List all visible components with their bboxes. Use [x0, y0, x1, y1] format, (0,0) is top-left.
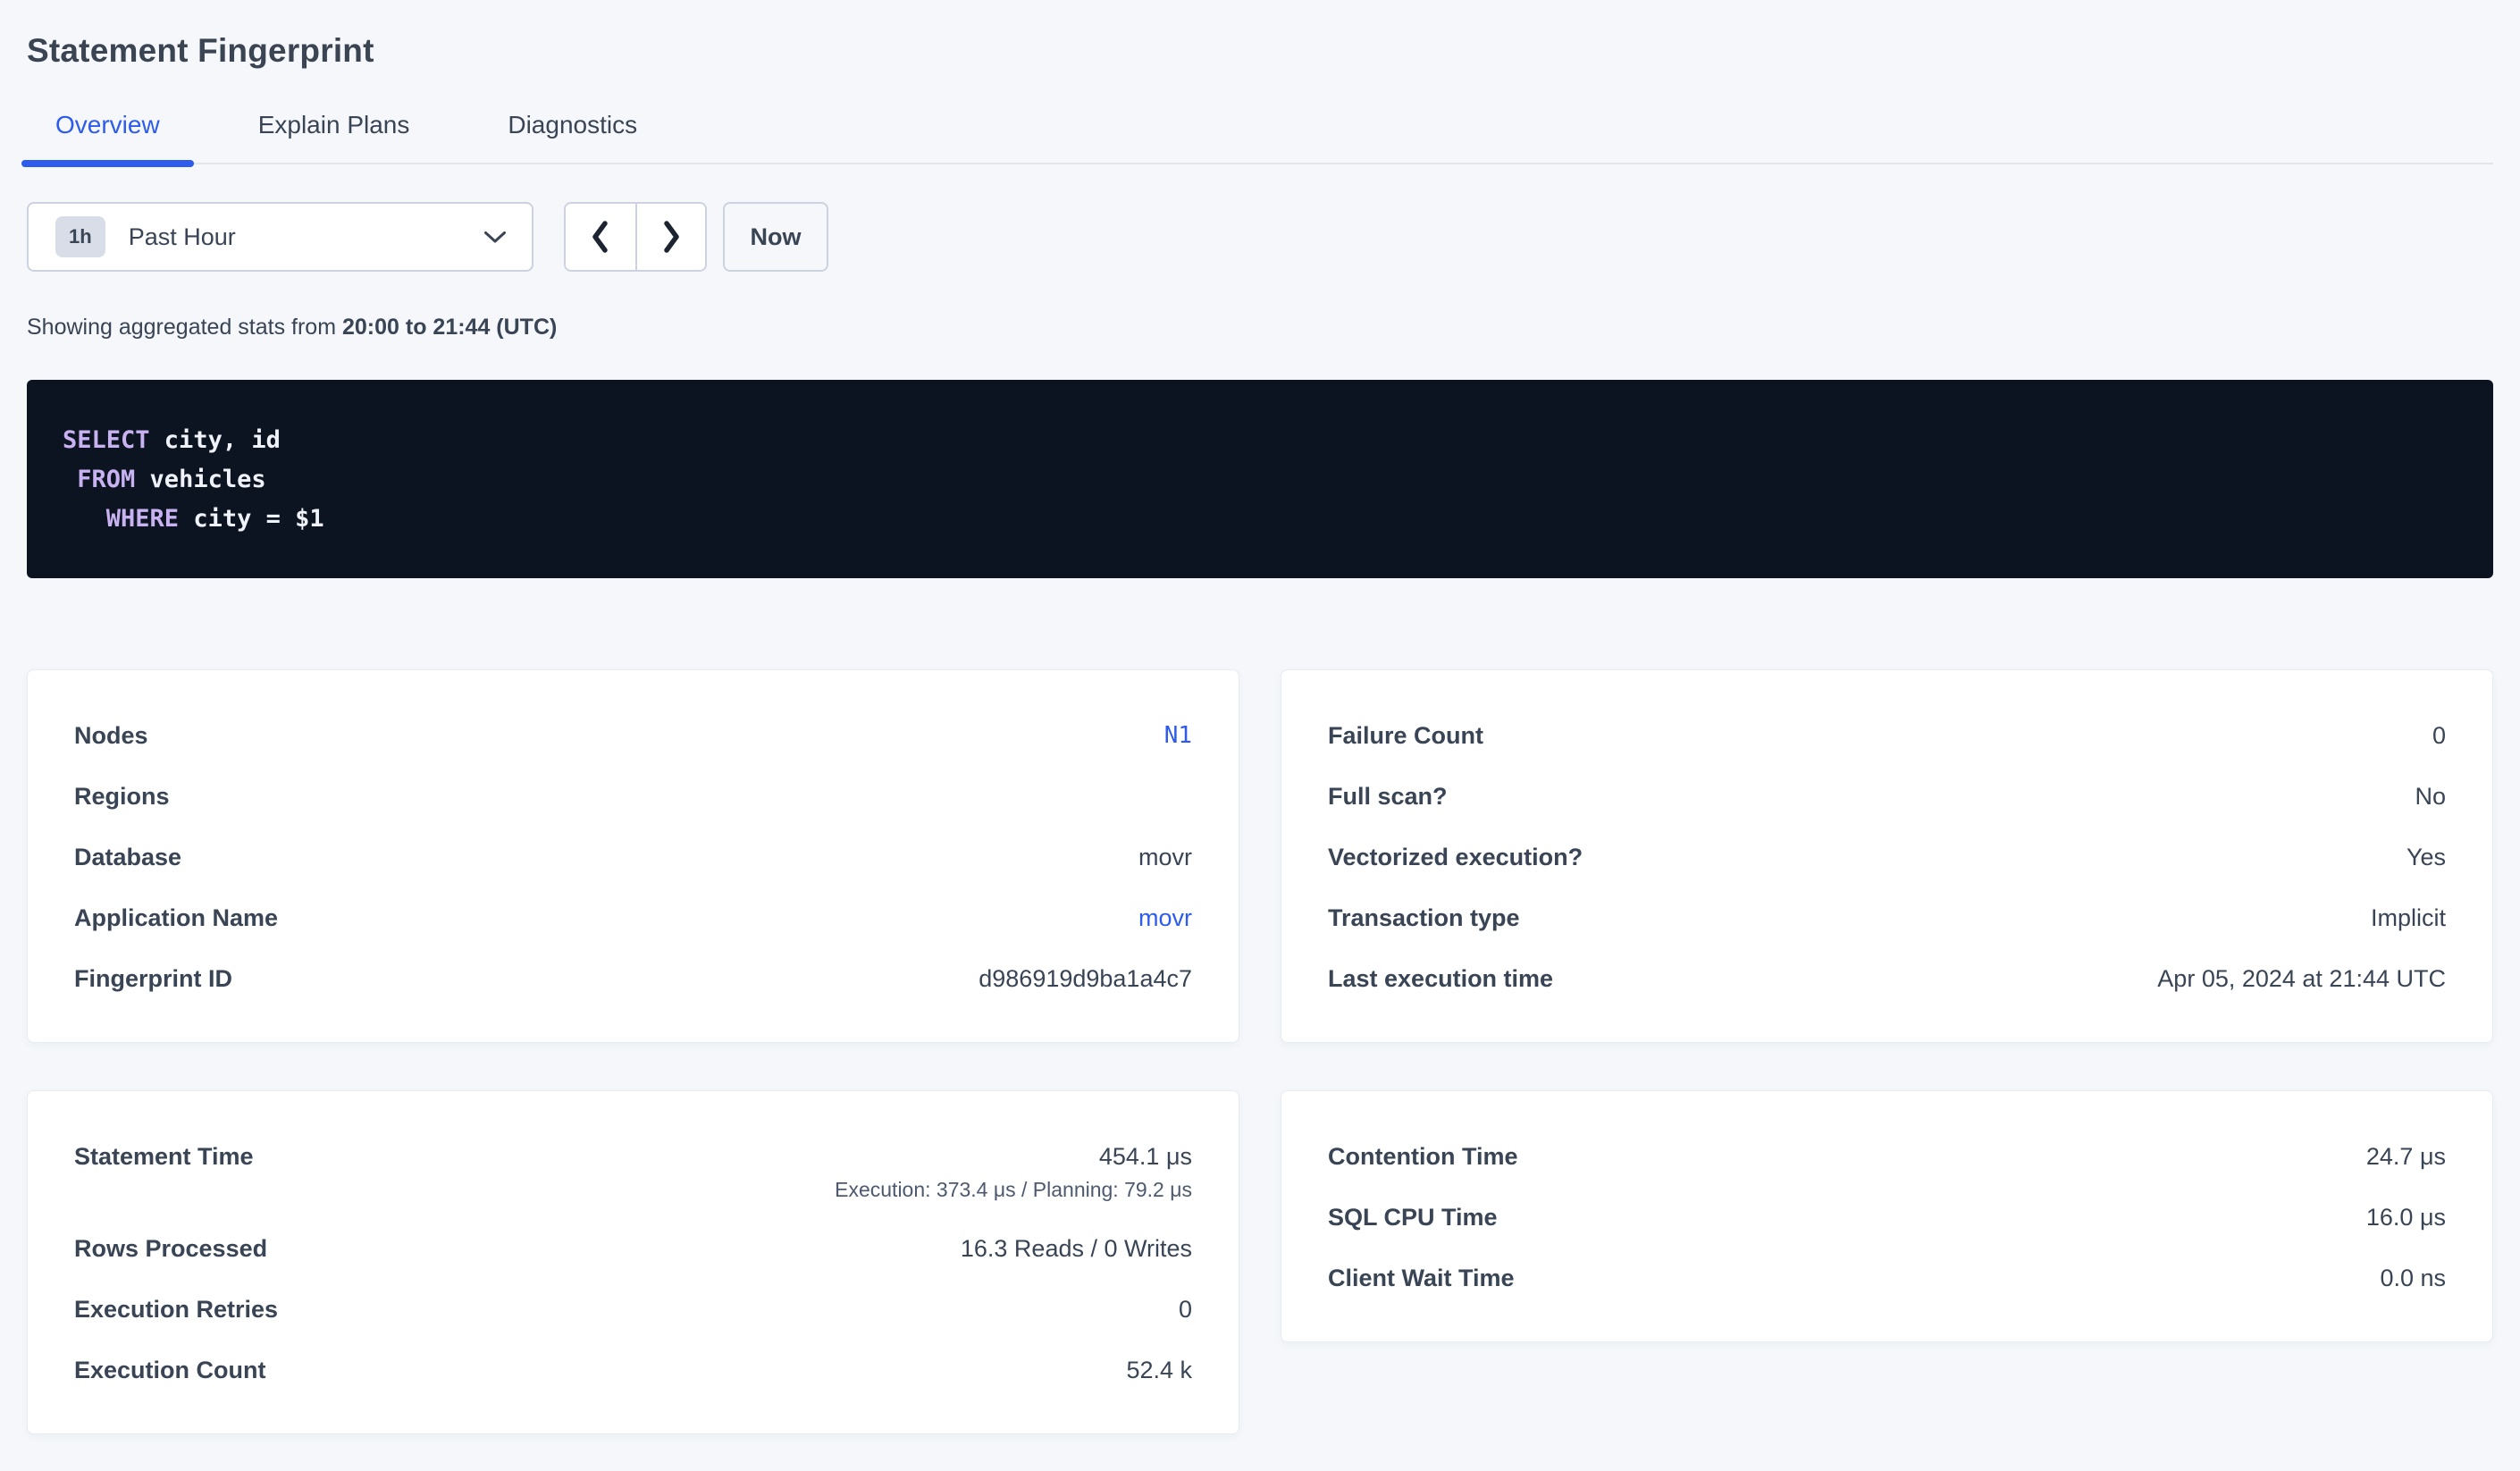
- sql-line: FROM vehicles: [63, 460, 2457, 500]
- database-value: movr: [1138, 840, 1192, 874]
- rows-processed-value: 16.3 Reads / 0 Writes: [961, 1231, 1192, 1265]
- execution-count-label: Execution Count: [74, 1353, 266, 1387]
- last-execution-time-label: Last execution time: [1328, 962, 1553, 996]
- statement-stats-card: Statement Time 454.1 μs Execution: 373.4…: [27, 1090, 1239, 1434]
- interval-badge: 1h: [55, 216, 105, 257]
- vectorized-row: Vectorized execution? Yes: [1328, 840, 2446, 874]
- execution-count-row: Execution Count 52.4 k: [74, 1353, 1192, 1387]
- fingerprint-id-value: d986919d9ba1a4c7: [979, 962, 1192, 996]
- interval-pager: [564, 202, 707, 272]
- full-scan-row: Full scan? No: [1328, 779, 2446, 813]
- statement-time-value: 454.1 μs: [1099, 1139, 1192, 1173]
- execution-retries-label: Execution Retries: [74, 1292, 278, 1326]
- application-name-link[interactable]: movr: [1138, 901, 1192, 935]
- last-execution-time-row: Last execution time Apr 05, 2024 at 21:4…: [1328, 962, 2446, 996]
- sql-line: SELECT city, id: [63, 421, 2457, 460]
- transaction-type-label: Transaction type: [1328, 901, 1520, 935]
- tab-bar: Overview Explain Plans Diagnostics: [27, 111, 2493, 164]
- page-title: Statement Fingerprint: [27, 32, 2493, 70]
- regions-row: Regions: [74, 779, 1192, 813]
- full-scan-value: No: [2415, 779, 2446, 813]
- client-wait-time-label: Client Wait Time: [1328, 1261, 1515, 1295]
- vectorized-value: Yes: [2407, 840, 2446, 874]
- execution-count-value: 52.4 k: [1126, 1353, 1192, 1387]
- node-link[interactable]: N1: [1164, 719, 1192, 752]
- time-controls: 1h Past Hour Now: [27, 202, 2493, 272]
- rows-processed-row: Rows Processed 16.3 Reads / 0 Writes: [74, 1231, 1192, 1265]
- nodes-label: Nodes: [74, 719, 148, 752]
- regions-label: Regions: [74, 779, 170, 813]
- execution-retries-row: Execution Retries 0: [74, 1292, 1192, 1326]
- interval-label: Past Hour: [129, 223, 483, 251]
- caption-range: 20:00 to 21:44 (UTC): [342, 315, 557, 340]
- client-wait-time-row: Client Wait Time 0.0 ns: [1328, 1261, 2446, 1295]
- contention-time-value: 24.7 μs: [2366, 1139, 2446, 1173]
- rows-processed-label: Rows Processed: [74, 1231, 267, 1265]
- time-interval-dropdown[interactable]: 1h Past Hour: [27, 202, 533, 272]
- statement-details-card: Nodes N1 Regions Database movr Applicati…: [27, 669, 1239, 1043]
- contention-time-row: Contention Time 24.7 μs: [1328, 1139, 2446, 1173]
- aggregated-stats-caption: Showing aggregated stats from 20:00 to 2…: [27, 315, 2493, 340]
- execution-attributes-card: Failure Count 0 Full scan? No Vectorized…: [1281, 669, 2493, 1043]
- vectorized-label: Vectorized execution?: [1328, 840, 1583, 874]
- chevron-right-icon: [659, 219, 683, 255]
- transaction-type-value: Implicit: [2371, 901, 2446, 935]
- contention-time-label: Contention Time: [1328, 1139, 1518, 1173]
- nodes-row: Nodes N1: [74, 719, 1192, 752]
- statement-time-label: Statement Time: [74, 1139, 254, 1173]
- tab-overview[interactable]: Overview: [21, 111, 194, 163]
- next-interval-button[interactable]: [635, 204, 705, 270]
- sql-statement-box: SELECT city, id FROM vehicles WHERE city…: [27, 380, 2493, 578]
- database-row: Database movr: [74, 840, 1192, 874]
- fingerprint-id-row: Fingerprint ID d986919d9ba1a4c7: [74, 962, 1192, 996]
- transaction-type-row: Transaction type Implicit: [1328, 901, 2446, 935]
- full-scan-label: Full scan?: [1328, 779, 1448, 813]
- failure-count-label: Failure Count: [1328, 719, 1483, 752]
- statement-time-detail: Execution: 373.4 μs / Planning: 79.2 μs: [835, 1175, 1192, 1205]
- statement-time-row: Statement Time 454.1 μs Execution: 373.4…: [74, 1139, 1192, 1205]
- failure-count-value: 0: [2432, 719, 2446, 752]
- prev-interval-button[interactable]: [566, 204, 635, 270]
- last-execution-time-value: Apr 05, 2024 at 21:44 UTC: [2157, 962, 2446, 996]
- time-stats-card: Contention Time 24.7 μs SQL CPU Time 16.…: [1281, 1090, 2493, 1342]
- sql-line: WHERE city = $1: [63, 500, 2457, 539]
- chevron-down-icon: [483, 231, 507, 244]
- tab-diagnostics[interactable]: Diagnostics: [474, 111, 671, 163]
- fingerprint-id-label: Fingerprint ID: [74, 962, 232, 996]
- tab-explain-plans[interactable]: Explain Plans: [224, 111, 444, 163]
- client-wait-time-value: 0.0 ns: [2380, 1261, 2446, 1295]
- database-label: Database: [74, 840, 181, 874]
- application-name-label: Application Name: [74, 901, 278, 935]
- sql-keyword: WHERE: [106, 505, 179, 533]
- chevron-left-icon: [589, 219, 612, 255]
- application-name-row: Application Name movr: [74, 901, 1192, 935]
- sql-keyword: FROM: [77, 466, 135, 493]
- sql-cpu-time-row: SQL CPU Time 16.0 μs: [1328, 1200, 2446, 1234]
- execution-retries-value: 0: [1179, 1292, 1192, 1326]
- failure-count-row: Failure Count 0: [1328, 719, 2446, 752]
- sql-keyword: SELECT: [63, 426, 150, 454]
- caption-prefix: Showing aggregated stats from: [27, 315, 342, 340]
- sql-cpu-time-value: 16.0 μs: [2366, 1200, 2446, 1234]
- sql-cpu-time-label: SQL CPU Time: [1328, 1200, 1498, 1234]
- now-button[interactable]: Now: [723, 202, 828, 272]
